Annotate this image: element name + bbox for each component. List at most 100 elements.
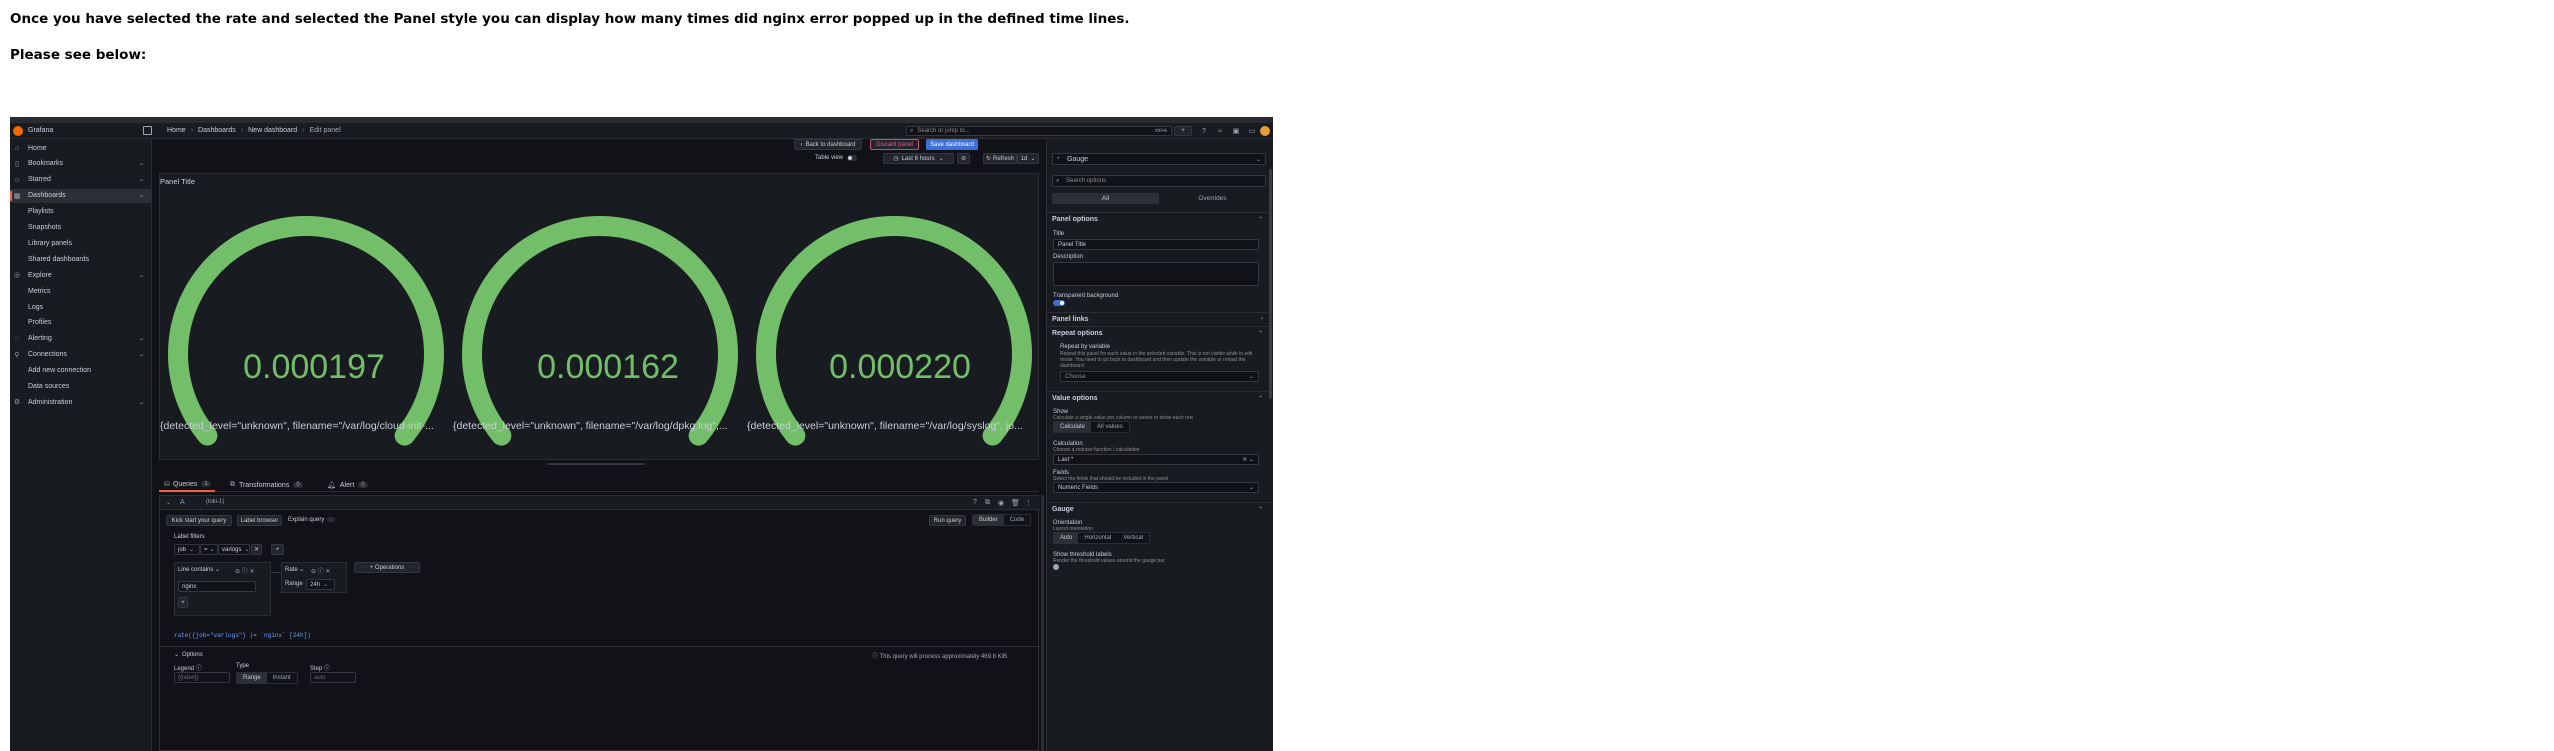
collapse-chevron-icon[interactable]: ⌄ <box>166 499 171 506</box>
chevron-down-icon[interactable]: ⌄ <box>139 351 144 358</box>
breadcrumb-new-dashboard[interactable]: New dashboard <box>248 127 297 134</box>
add-line-filter-button[interactable]: + <box>178 597 188 608</box>
sidebar-item-shared-dashboards[interactable]: Shared dashboards <box>10 252 152 266</box>
repeat-options-section[interactable]: Repeat options <box>1052 330 1103 337</box>
news-icon[interactable]: ▣ <box>1232 127 1240 135</box>
builder-mode[interactable]: Builder <box>973 515 1004 525</box>
chevron-up-icon[interactable]: ⌃ <box>1258 506 1263 513</box>
threshold-labels-toggle[interactable] <box>1053 564 1059 570</box>
tab-queries[interactable]: ⛁ Queries 1 <box>159 478 215 492</box>
visualization-picker[interactable]: ◔ Gauge ⌄ <box>1052 153 1266 165</box>
run-query-button[interactable]: Run query <box>929 515 966 526</box>
type-instant[interactable]: Instant <box>267 673 297 683</box>
code-mode[interactable]: Code <box>1004 515 1030 525</box>
chevron-down-icon[interactable]: ⌄ <box>139 272 144 279</box>
refresh-button[interactable]: ↻ Refresh <box>983 153 1017 164</box>
zoom-out-button[interactable]: ⊖ <box>957 153 970 164</box>
step-input[interactable]: auto <box>310 672 356 683</box>
chevron-down-icon[interactable]: ⌄ <box>139 192 144 199</box>
dock-menu-icon[interactable] <box>143 126 152 135</box>
sidebar-item-alerting[interactable]: ◌ Alerting ⌄ <box>10 332 152 346</box>
sidebar-item-connections[interactable]: ⚲ Connections ⌄ <box>10 348 152 362</box>
chevron-up-icon[interactable]: ⌃ <box>1258 395 1263 402</box>
remove-filter-button[interactable]: ✕ <box>251 544 262 555</box>
time-range-picker[interactable]: ◷ Last 6 hours ⌄ <box>883 153 954 164</box>
kick-start-button[interactable]: Kick start your query <box>166 515 232 526</box>
search-input[interactable]: ⌕ Search or jump to... ctrl+k <box>906 126 1172 136</box>
transparent-toggle[interactable] <box>1053 300 1065 306</box>
back-to-dashboard-button[interactable]: ‹ Back to dashboard <box>794 139 862 150</box>
duplicate-query-icon[interactable]: ⧉ <box>985 499 990 507</box>
tab-all[interactable]: All <box>1052 193 1159 204</box>
orientation-auto[interactable]: Auto <box>1054 533 1079 543</box>
sidebar-item-starred[interactable]: ☆ Starred ⌄ <box>10 173 152 187</box>
sidebar-item-dashboards[interactable]: ▦ Dashboards ⌄ <box>10 188 152 203</box>
operation-rate-title[interactable]: Rate ⌄ <box>285 566 304 573</box>
chevron-up-icon[interactable]: ⌃ <box>1258 216 1263 223</box>
title-input[interactable]: Panel Title <box>1053 239 1259 250</box>
whats-new-icon[interactable]: ≈ <box>1216 127 1224 135</box>
sidebar-item-bookmarks[interactable]: ▯ Bookmarks ⌄ <box>10 157 152 171</box>
add-operations-button[interactable]: + Operations <box>354 562 420 573</box>
resize-splitter[interactable] <box>547 463 645 465</box>
new-button[interactable]: + <box>1174 126 1192 136</box>
operation-icons[interactable]: ⊖ ⓘ ✕ <box>235 566 254 575</box>
show-calculate[interactable]: Calculate <box>1054 422 1092 432</box>
monitor-icon[interactable]: ▭ <box>1248 127 1256 135</box>
panel-links-section[interactable]: Panel links <box>1052 316 1089 323</box>
sidebar-item-logs[interactable]: Logs <box>10 300 152 314</box>
tab-overrides[interactable]: Overrides <box>1159 193 1266 204</box>
chevron-down-icon[interactable]: ⌄ <box>139 399 144 406</box>
gauge-section[interactable]: Gauge <box>1052 506 1074 513</box>
repeat-variable-select[interactable]: Choose ⌄ <box>1060 371 1259 382</box>
drag-handle-icon[interactable]: ⋮ <box>1025 499 1032 507</box>
chevron-down-icon[interactable]: ⌄ <box>139 176 144 183</box>
sidebar-item-data-sources[interactable]: Data sources <box>10 380 152 394</box>
sidebar-item-playlists[interactable]: Playlists <box>10 205 152 219</box>
user-avatar[interactable] <box>1260 126 1270 136</box>
label-filter-op[interactable]: = ⌄ <box>200 544 218 555</box>
legend-input[interactable]: {{label}} <box>174 672 230 683</box>
label-browser-button[interactable]: Label browser <box>237 515 282 526</box>
table-view-toggle[interactable]: Table view <box>815 155 858 161</box>
refresh-interval-picker[interactable]: 1d ⌄ <box>1017 153 1039 164</box>
delete-query-icon[interactable]: 🗑︎ <box>1011 499 1020 507</box>
table-view-switch[interactable] <box>847 155 858 161</box>
sidebar-item-snapshots[interactable]: Snapshots <box>10 221 152 235</box>
sidebar-item-library-panels[interactable]: Library panels <box>10 236 152 250</box>
add-filter-button[interactable]: + <box>271 544 284 555</box>
chevron-up-icon[interactable]: ⌃ <box>1258 330 1263 337</box>
help-icon[interactable]: ? <box>1200 127 1208 135</box>
grafana-logo-icon[interactable] <box>13 126 23 136</box>
value-options-section[interactable]: Value options <box>1052 395 1098 402</box>
save-dashboard-button[interactable]: Save dashboard <box>926 139 978 150</box>
line-contains-input[interactable]: nginx <box>178 581 256 592</box>
chevron-down-icon[interactable]: ⌄ <box>139 160 144 167</box>
description-input[interactable] <box>1053 262 1259 286</box>
discard-panel-button[interactable]: Discard panel <box>870 139 919 150</box>
breadcrumb-dashboards[interactable]: Dashboards <box>198 127 236 134</box>
explain-query-toggle[interactable]: Explain query <box>288 517 336 523</box>
sidebar-item-explore[interactable]: ◎ Explore ⌄ <box>10 268 152 282</box>
chevron-right-icon[interactable]: › <box>1261 316 1263 322</box>
label-filter-value[interactable]: varlogs ⌄ <box>218 544 250 555</box>
range-input[interactable]: 24h ⌄ <box>306 579 335 590</box>
label-filter-key[interactable]: job ⌄ <box>174 544 200 555</box>
operation-rate-icons[interactable]: ⊖ ⓘ ✕ <box>311 566 330 575</box>
orientation-vertical[interactable]: Vertical <box>1117 533 1149 543</box>
orientation-horizontal[interactable]: Horizontal <box>1078 533 1117 543</box>
sidebar-item-add-new-connection[interactable]: Add new connection <box>10 364 152 378</box>
sidebar-item-home[interactable]: ⌂ Home <box>10 141 152 155</box>
calculation-select[interactable]: Last * ✕ ⌄ <box>1053 454 1259 465</box>
breadcrumb-home[interactable]: Home <box>167 127 186 134</box>
type-range[interactable]: Range <box>237 673 267 683</box>
options-scrollbar[interactable] <box>1269 169 1272 399</box>
tab-transformations[interactable]: ⧉ Transformations 0 <box>230 478 303 492</box>
sidebar-item-profiles[interactable]: Profiles <box>10 316 152 330</box>
editor-scrollbar[interactable] <box>1041 495 1044 751</box>
fields-select[interactable]: Numeric Fields ⌄ <box>1053 482 1259 493</box>
query-help-icon[interactable]: ? <box>973 499 977 506</box>
hide-query-icon[interactable]: ◉ <box>998 499 1004 507</box>
query-ref-id[interactable]: A <box>180 499 185 506</box>
query-options-toggle[interactable]: ⌄ Options <box>174 651 203 658</box>
